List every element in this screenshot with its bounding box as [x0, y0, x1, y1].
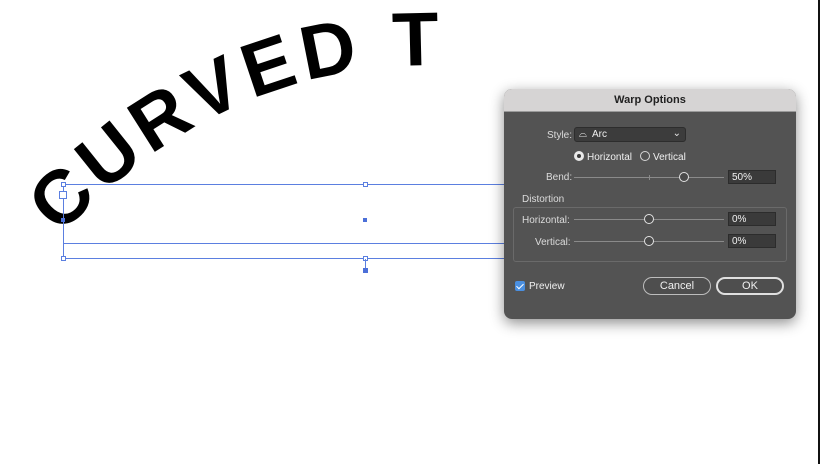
cancel-button[interactable]: Cancel: [643, 277, 711, 295]
vertical-distortion-field[interactable]: 0%: [728, 234, 776, 248]
horizontal-distortion-field[interactable]: 0%: [728, 212, 776, 226]
svg-text:CURVED T: CURVED T: [12, 0, 446, 248]
selection-center-point: [363, 218, 367, 222]
bend-slider-thumb[interactable]: [679, 172, 689, 182]
vertical-distortion-label: Vertical:: [535, 237, 571, 248]
selection-handle-bottom-left[interactable]: [61, 256, 66, 261]
preview-label[interactable]: Preview: [529, 281, 565, 292]
horizontal-radio-label[interactable]: Horizontal: [587, 152, 632, 163]
selection-handle-anchor[interactable]: [363, 268, 368, 273]
ok-button[interactable]: OK: [716, 277, 784, 295]
selection-handle-top-left[interactable]: [61, 182, 66, 187]
selection-inner-edge: [63, 243, 505, 244]
vertical-radio[interactable]: [640, 151, 650, 161]
distortion-group-label: Distortion: [522, 194, 565, 205]
horizontal-distortion-label: Horizontal:: [522, 215, 570, 226]
arc-warp-icon: ⌓: [579, 129, 587, 140]
style-dropdown[interactable]: ⌓ Arc ⌄: [574, 127, 686, 142]
warp-options-dialog: Warp Options Style: ⌓ Arc ⌄ Horizontal V…: [504, 89, 796, 319]
bend-label: Bend:: [546, 172, 573, 183]
dialog-titlebar[interactable]: Warp Options: [504, 89, 796, 112]
bend-value-field[interactable]: 50%: [728, 170, 776, 184]
bend-slider-center-tick: [649, 175, 650, 180]
selection-handle-top-middle[interactable]: [363, 182, 368, 187]
dialog-title: Warp Options: [614, 94, 686, 106]
artboard-edge: [818, 0, 820, 464]
vertical-radio-label[interactable]: Vertical: [653, 152, 686, 163]
horizontal-distortion-thumb[interactable]: [644, 214, 654, 224]
style-label: Style:: [547, 130, 573, 141]
selection-left-point: [61, 218, 65, 222]
style-value: Arc: [592, 129, 607, 140]
curved-text: CURVED T: [12, 0, 440, 248]
vertical-distortion-thumb[interactable]: [644, 236, 654, 246]
chevron-down-icon: ⌄: [672, 128, 681, 139]
selection-top-edge: [63, 184, 505, 185]
horizontal-radio[interactable]: [574, 151, 584, 161]
selection-bottom-edge: [63, 258, 505, 259]
text-in-port[interactable]: [59, 191, 67, 199]
preview-checkbox[interactable]: [515, 281, 525, 291]
